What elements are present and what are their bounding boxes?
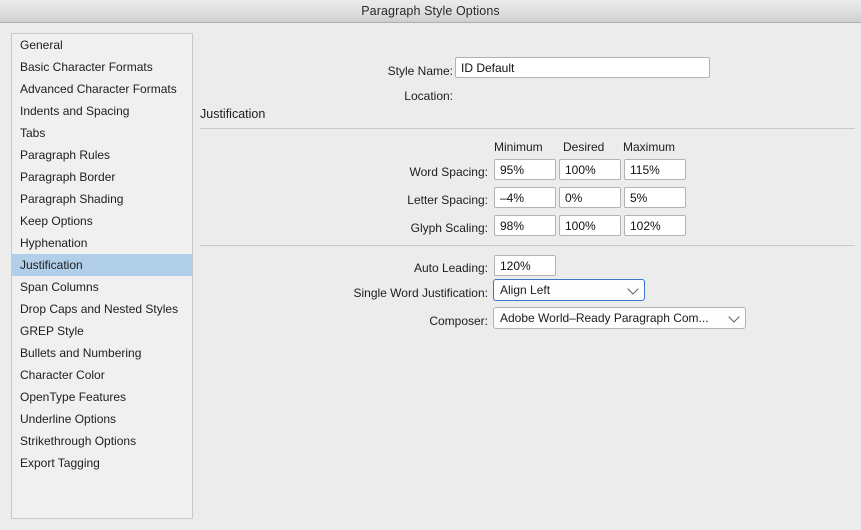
- chevron-down-icon: [728, 311, 740, 323]
- glyph-scaling-maximum-input[interactable]: [624, 215, 686, 236]
- category-list[interactable]: General Basic Character Formats Advanced C…: [11, 33, 193, 519]
- sidebar-item-label: Span Columns: [20, 280, 99, 294]
- sidebar-item-label: Paragraph Shading: [20, 192, 124, 206]
- style-name-input[interactable]: [455, 57, 710, 78]
- sidebar-item-strikethrough-options[interactable]: Strikethrough Options: [12, 430, 192, 452]
- sidebar-item-paragraph-border[interactable]: Paragraph Border: [12, 166, 192, 188]
- letter-spacing-maximum-input[interactable]: [624, 187, 686, 208]
- word-spacing-desired-input[interactable]: [559, 159, 621, 180]
- sidebar-item-tabs[interactable]: Tabs: [12, 122, 192, 144]
- single-word-justification-label: Single Word Justification:: [353, 286, 488, 300]
- column-header-maximum: Maximum: [623, 140, 676, 154]
- composer-label: Composer:: [429, 314, 488, 328]
- sidebar-item-label: Underline Options: [20, 412, 117, 426]
- sidebar-item-label: Paragraph Rules: [20, 148, 111, 162]
- auto-leading-label: Auto Leading:: [413, 261, 488, 275]
- sidebar-item-label: Bullets and Numbering: [20, 346, 142, 360]
- sidebar-item-label: Character Color: [20, 368, 105, 382]
- sidebar-item-drop-caps-and-nested-styles[interactable]: Drop Caps and Nested Styles: [12, 298, 192, 320]
- sidebar-item-indents-and-spacing[interactable]: Indents and Spacing: [12, 100, 192, 122]
- options-panel: Style Name: Location: Justification Mini…: [193, 23, 861, 530]
- sidebar-item-label: Strikethrough Options: [20, 434, 137, 448]
- dialog-titlebar: Paragraph Style Options: [0, 0, 861, 23]
- sidebar-item-label: Drop Caps and Nested Styles: [20, 302, 179, 316]
- sidebar-item-export-tagging[interactable]: Export Tagging: [12, 452, 192, 474]
- section-divider-bottom: [200, 245, 855, 246]
- sidebar-item-label: Paragraph Border: [20, 170, 116, 184]
- word-spacing-maximum-input[interactable]: [624, 159, 686, 180]
- dialog-title: Paragraph Style Options: [361, 4, 500, 18]
- sidebar-item-hyphenation[interactable]: Hyphenation: [12, 232, 192, 254]
- sidebar-item-general[interactable]: General: [12, 34, 192, 56]
- sidebar-item-paragraph-shading[interactable]: Paragraph Shading: [12, 188, 192, 210]
- sidebar-item-label: Basic Character Formats: [20, 60, 153, 74]
- sidebar-item-label: Advanced Character Formats: [20, 82, 177, 96]
- letter-spacing-label: Letter Spacing:: [407, 193, 488, 207]
- chevron-down-icon: [627, 283, 639, 295]
- sidebar-item-label: GREP Style: [20, 324, 84, 338]
- sidebar-item-label: Export Tagging: [20, 456, 100, 470]
- sidebar-item-label: Hyphenation: [20, 236, 88, 250]
- sidebar-item-label: Tabs: [20, 126, 46, 140]
- location-label: Location:: [404, 89, 453, 103]
- sidebar-item-grep-style[interactable]: GREP Style: [12, 320, 192, 342]
- sidebar-item-label: Indents and Spacing: [20, 104, 130, 118]
- sidebar-item-span-columns[interactable]: Span Columns: [12, 276, 192, 298]
- sidebar-item-underline-options[interactable]: Underline Options: [12, 408, 192, 430]
- single-word-justification-select[interactable]: Align Left: [493, 279, 645, 301]
- composer-select[interactable]: Adobe World–Ready Paragraph Com...: [493, 307, 746, 329]
- single-word-justification-value: Align Left: [500, 283, 551, 297]
- sidebar-item-label: General: [20, 38, 63, 52]
- composer-value: Adobe World–Ready Paragraph Com...: [500, 311, 709, 325]
- sidebar-item-bullets-and-numbering[interactable]: Bullets and Numbering: [12, 342, 192, 364]
- sidebar-item-character-color[interactable]: Character Color: [12, 364, 192, 386]
- sidebar-item-advanced-character-formats[interactable]: Advanced Character Formats: [12, 78, 192, 100]
- column-header-minimum: Minimum: [494, 140, 543, 154]
- sidebar-item-label: Justification: [20, 258, 83, 272]
- style-name-label: Style Name:: [387, 64, 453, 78]
- sidebar-item-label: Keep Options: [20, 214, 93, 228]
- sidebar-item-keep-options[interactable]: Keep Options: [12, 210, 192, 232]
- auto-leading-input[interactable]: [494, 255, 556, 276]
- letter-spacing-desired-input[interactable]: [559, 187, 621, 208]
- word-spacing-minimum-input[interactable]: [494, 159, 556, 180]
- column-header-desired: Desired: [563, 140, 605, 154]
- letter-spacing-minimum-input[interactable]: [494, 187, 556, 208]
- section-divider-top: [200, 128, 855, 129]
- sidebar-item-justification[interactable]: Justification: [12, 254, 192, 276]
- glyph-scaling-minimum-input[interactable]: [494, 215, 556, 236]
- sidebar-item-basic-character-formats[interactable]: Basic Character Formats: [12, 56, 192, 78]
- sidebar-item-opentype-features[interactable]: OpenType Features: [12, 386, 192, 408]
- word-spacing-label: Word Spacing:: [409, 165, 489, 179]
- glyph-scaling-label: Glyph Scaling:: [410, 221, 488, 235]
- section-title-justification: Justification: [200, 107, 266, 121]
- sidebar-item-label: OpenType Features: [20, 390, 127, 404]
- sidebar-item-paragraph-rules[interactable]: Paragraph Rules: [12, 144, 192, 166]
- glyph-scaling-desired-input[interactable]: [559, 215, 621, 236]
